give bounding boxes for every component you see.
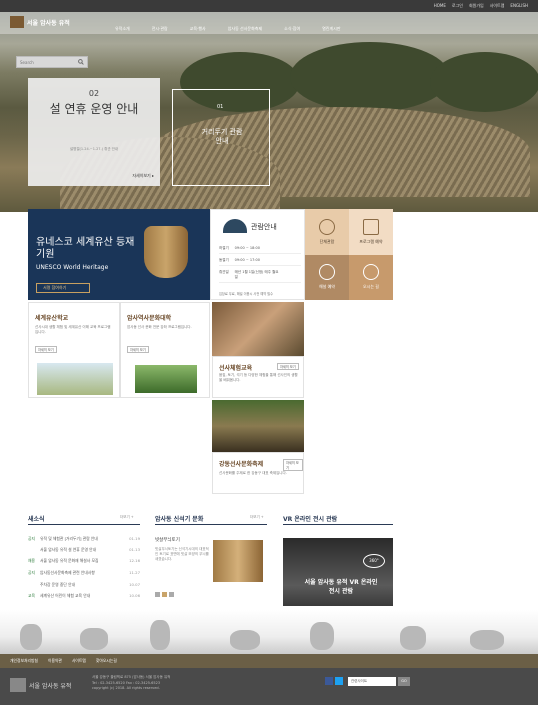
culture-item-title: 빗살무늬토기: [155, 538, 180, 543]
vr-title: 서울 암사동 유적 VR 온라인 전시 관람: [304, 579, 378, 595]
footer-link[interactable]: 개인정보처리방침: [10, 658, 38, 664]
slide-title: 거리두기 관람 안내: [201, 128, 243, 145]
footer-link[interactable]: 이용약관: [48, 658, 62, 664]
card-heritage-school[interactable]: 세계유산학교 선사시대 생활 체험 및 세계유산 이해 교육 프로그램입니다. …: [28, 302, 120, 398]
search-icon[interactable]: [78, 59, 84, 65]
vr-360-icon: 360°: [363, 554, 385, 568]
microphone-icon: [319, 264, 335, 281]
book-image: [135, 365, 197, 393]
hero-slide-outline[interactable]: 01 거리두기 관람 안내: [172, 89, 270, 186]
search-placeholder: Search: [20, 59, 34, 65]
site-logo[interactable]: 서울 암사동 유적: [10, 16, 70, 28]
more-button[interactable]: 자세히 보기: [277, 363, 299, 370]
slide-desc: 설명절(1.24.~1.27.) 휴관 안내: [69, 147, 119, 151]
pottery-image: [144, 226, 188, 278]
home-link[interactable]: HOME: [434, 2, 446, 9]
festival-photo: [212, 400, 304, 452]
slide-number: 02: [88, 89, 100, 98]
footer: 서울 암사동 유적 서울 강동구 올림픽로 875 (암사동) 서울 암사동 유…: [0, 668, 538, 705]
card-history-college[interactable]: 암사역사문화대학 암사동 선사 문화 전문 강좌 프로그램입니다. 자세히 보기: [120, 302, 210, 398]
experience-photo: [212, 302, 304, 356]
museum-icon: [223, 219, 247, 233]
menu-item[interactable]: 전시·관람: [152, 26, 168, 32]
menu-item[interactable]: 암사동 선사문화축제: [228, 26, 262, 32]
join-link[interactable]: 회원가입: [469, 2, 484, 9]
quick-group-tour[interactable]: 단체관람: [305, 209, 349, 255]
decorative-silhouettes: [0, 610, 538, 654]
quick-location[interactable]: 오시는 길: [349, 254, 393, 300]
more-button[interactable]: 자세히 보기: [127, 346, 149, 353]
menu-item[interactable]: 교육·행사: [190, 26, 206, 32]
quick-menu: 단체관람 프로그램 예약 해설 예약 오시는 길: [305, 209, 393, 300]
menu-item[interactable]: 열린게시판: [322, 26, 340, 32]
card-festival[interactable]: 강동선사문화축제 선사문화를 주제로 한 강동구 대표 축제입니다. 자세히 보…: [212, 452, 304, 494]
next-icon[interactable]: [169, 592, 174, 597]
social-links: [325, 677, 343, 685]
list-item[interactable]: 주차장 운영 중단 안내 10.07: [28, 582, 140, 588]
tour-heading: 관람안내: [251, 223, 277, 231]
utility-links: HOME 로그인 회원가입 사이트맵 ENGLISH: [434, 2, 528, 9]
quick-guide[interactable]: 해설 예약: [305, 254, 349, 300]
logo-mark-icon: [10, 678, 26, 692]
menu-item[interactable]: 소식·참여: [284, 26, 300, 32]
culture-more-link[interactable]: 더보기 +: [250, 515, 264, 520]
site-name: 서울 암사동 유적: [27, 19, 70, 27]
list-item[interactable]: 서울 암사동 유적 설 연휴 운영 안내 01.13: [28, 547, 140, 553]
card-experience[interactable]: 선사체험교육 움집, 토기, 석기 등 다양한 체험을 통해 선사인의 생활을 …: [212, 356, 304, 398]
tour-row: 휴관일 매년 1월 1일(신정) 매주 월요일: [219, 270, 301, 283]
english-link[interactable]: ENGLISH: [510, 2, 528, 9]
search-input[interactable]: Search: [16, 56, 88, 68]
culture-heading: 암사동 신석기 문화: [155, 516, 204, 523]
unesco-subtitle: UNESCO World Heritage: [36, 264, 109, 271]
footer-link[interactable]: 찾아오시는길: [96, 658, 117, 664]
calendar-icon: [363, 218, 379, 235]
list-item[interactable]: 공지 암사동선사문화축제 관련 안내사항 11.27: [28, 570, 140, 576]
slide-controls[interactable]: [155, 592, 181, 597]
tour-row: 동절기 09:00 ~ 17:00: [219, 258, 301, 266]
go-button[interactable]: GO: [398, 677, 410, 686]
divider: [283, 524, 393, 525]
tour-row: 하절기 09:00 ~ 18:00: [219, 246, 301, 254]
hero-slide-panel[interactable]: 02 설 연휴 운영 안내 설명절(1.24.~1.27.) 휴관 안내 자세히…: [28, 78, 160, 186]
menu-item[interactable]: 유적소개: [115, 26, 130, 32]
more-button[interactable]: 자세히 보기: [283, 459, 303, 471]
map-pin-icon: [363, 264, 379, 281]
vr-heading: VR 온라인 전시 관람: [283, 516, 338, 523]
vr-exhibit-banner[interactable]: 360° 서울 암사동 유적 VR 온라인 전시 관람: [283, 538, 393, 606]
divider: [28, 524, 140, 525]
prev-icon[interactable]: [155, 592, 160, 597]
list-item[interactable]: 교육 세계유산 어린이 체험 교육 안내 10.06: [28, 593, 140, 599]
footer-address: 서울 강동구 올림픽로 875 (암사동) 서울 암사동 유적 Tel : 02…: [92, 675, 171, 690]
logo-mark-icon: [10, 16, 24, 28]
facebook-icon[interactable]: [325, 677, 333, 685]
list-item[interactable]: 공지 유적 및 체험관 [거리두기] 관람 안내 01.19: [28, 536, 140, 542]
unesco-title: 유네스코 세계유산 등재 기원: [36, 237, 135, 260]
slide-title: 설 연휴 운영 안내: [49, 102, 139, 116]
slide-more-link[interactable]: 자세히보기 ▸: [132, 173, 154, 179]
list-item[interactable]: 채용 서울 암사동 유적 문화재 해설사 모집 12.16: [28, 558, 140, 564]
tour-footnote: 입장료 무료, 해설 이용시 사전 예약 필수: [219, 292, 274, 296]
quick-program[interactable]: 프로그램 예약: [349, 209, 393, 255]
footer-logo: 서울 암사동 유적: [10, 678, 71, 692]
news-heading: 새소식: [28, 516, 45, 523]
pause-icon[interactable]: [162, 592, 167, 597]
more-button[interactable]: 자세히 보기: [35, 346, 57, 353]
login-link[interactable]: 로그인: [452, 2, 463, 9]
artifact-image: [213, 540, 263, 582]
slide-number: 01: [217, 104, 224, 110]
dolmen-image: [37, 363, 113, 395]
related-sites-select[interactable]: 관련사이트: [348, 677, 396, 686]
sitemap-link[interactable]: 사이트맵: [490, 2, 505, 9]
sign-button[interactable]: 서명 참여하기: [36, 283, 90, 293]
person-icon: [319, 218, 335, 235]
footer-links: 개인정보처리방침 이용약관 사이트맵 찾아오시는길: [0, 654, 538, 668]
culture-item-text: 빗살무늬토기는 신석기시대의 대표적인 토기로 표면에 빗살 모양의 무늬를 새…: [155, 547, 209, 561]
tour-info: 관람안내 하절기 09:00 ~ 18:00 동절기 09:00 ~ 17:00 휴…: [210, 209, 305, 300]
divider: [155, 524, 267, 525]
gnb-menu: 유적소개 전시·관람 교육·행사 암사동 선사문화축제 소식·참여 열린게시판: [115, 26, 341, 32]
footer-link[interactable]: 사이트맵: [72, 658, 86, 664]
news-more-link[interactable]: 더보기 +: [120, 515, 134, 520]
twitter-icon[interactable]: [335, 677, 343, 685]
